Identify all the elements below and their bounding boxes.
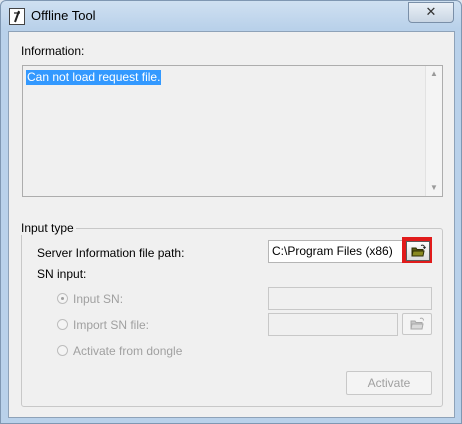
offline-tool-window: Offline Tool ✕ Information: Can not load… (0, 0, 462, 424)
folder-open-icon (410, 317, 424, 330)
import-sn-file-radio[interactable] (57, 319, 68, 330)
input-sn-field[interactable] (268, 287, 432, 310)
input-sn-label: Input SN: (73, 292, 124, 306)
app-icon (9, 8, 25, 25)
title-bar[interactable]: Offline Tool ✕ (1, 1, 461, 31)
scroll-down-icon[interactable]: ▼ (426, 180, 442, 196)
server-path-field[interactable]: C:\Program Files (x86) (268, 240, 403, 263)
browse-sn-file-button[interactable] (402, 313, 432, 335)
import-sn-file-field[interactable] (268, 313, 398, 336)
activate-from-dongle-label: Activate from dongle (73, 344, 183, 358)
input-sn-radio[interactable] (57, 293, 68, 304)
sn-input-label: SN input: (37, 267, 87, 281)
client-area: Information: Can not load request file. … (8, 31, 455, 418)
input-type-legend: Input type (19, 221, 76, 235)
window-title: Offline Tool (31, 8, 96, 23)
close-button[interactable]: ✕ (408, 2, 454, 23)
scroll-up-icon[interactable]: ▲ (426, 66, 442, 82)
import-sn-file-label: Import SN file: (73, 318, 150, 332)
activate-button[interactable]: Activate (346, 371, 432, 395)
browse-button-face (406, 241, 430, 261)
information-textarea[interactable]: Can not load request file. ▲ ▼ (22, 65, 443, 197)
server-path-label: Server Information file path: (37, 246, 185, 260)
folder-open-icon (411, 244, 426, 257)
activate-from-dongle-radio[interactable] (57, 345, 68, 356)
close-icon: ✕ (425, 4, 437, 19)
information-message: Can not load request file. (26, 70, 162, 85)
information-label: Information: (21, 44, 85, 58)
browse-server-file-button[interactable] (402, 237, 432, 263)
information-scrollbar[interactable]: ▲ ▼ (425, 66, 442, 196)
